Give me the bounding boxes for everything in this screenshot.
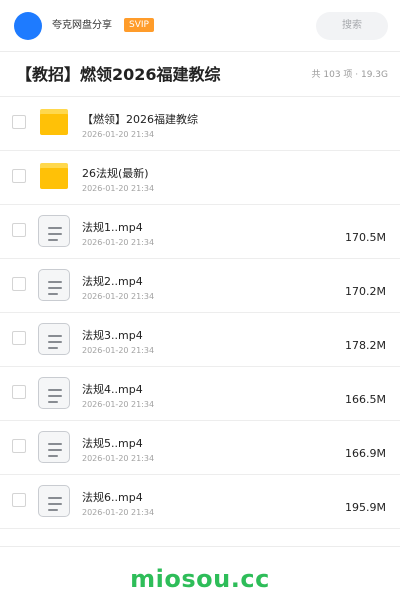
file-row[interactable]: 26法规(最新) 2026-01-20 21:34 (0, 151, 400, 205)
file-summary: 共 103 项 · 19.3G (311, 70, 389, 80)
file-name: 法规6..mp4 (82, 491, 143, 504)
select-checkbox[interactable] (12, 277, 26, 291)
select-checkbox[interactable] (12, 385, 26, 399)
file-size: 178.2M (345, 339, 386, 352)
select-checkbox[interactable] (12, 169, 26, 183)
footer: miosou.cc (0, 546, 400, 600)
video-file-icon (38, 215, 70, 247)
file-size: 170.2M (345, 285, 386, 298)
top-bar: 夸克网盘分享 SVIP 搜索 (0, 0, 400, 52)
select-checkbox[interactable] (12, 331, 26, 345)
file-date: 2026-01-20 21:34 (82, 184, 155, 193)
video-file-icon (38, 269, 70, 301)
file-name: 法规4..mp4 (82, 383, 143, 396)
file-row[interactable]: 法规2..mp4 2026-01-20 21:34 170.2M (0, 259, 400, 313)
file-row[interactable]: 【燃领】2026福建教综 2026-01-20 21:34 (0, 97, 400, 151)
user-name: 夸克网盘分享 (52, 20, 112, 31)
file-date: 2026-01-20 21:34 (82, 400, 155, 409)
file-date: 2026-01-20 21:34 (82, 130, 155, 139)
video-file-icon (38, 431, 70, 463)
page-title: 【教招】燃领2026福建教综 (16, 65, 221, 84)
video-file-icon (38, 377, 70, 409)
file-size: 166.9M (345, 447, 386, 460)
site-brand: miosou.cc (130, 565, 270, 593)
file-name: 法规5..mp4 (82, 437, 143, 450)
select-checkbox[interactable] (12, 223, 26, 237)
title-row: 【教招】燃领2026福建教综 共 103 项 · 19.3G (0, 52, 400, 97)
file-date: 2026-01-20 21:34 (82, 508, 155, 517)
svip-badge: SVIP (124, 18, 154, 32)
file-row[interactable]: 法规1..mp4 2026-01-20 21:34 170.5M (0, 205, 400, 259)
file-row[interactable]: 法规5..mp4 2026-01-20 21:34 166.9M (0, 421, 400, 475)
select-checkbox[interactable] (12, 439, 26, 453)
file-date: 2026-01-20 21:34 (82, 346, 155, 355)
select-checkbox[interactable] (12, 493, 26, 507)
select-checkbox[interactable] (12, 115, 26, 129)
search-button[interactable]: 搜索 (316, 12, 388, 40)
file-name: 法规3..mp4 (82, 329, 143, 342)
file-size: 195.9M (345, 501, 386, 514)
file-date: 2026-01-20 21:34 (82, 292, 155, 301)
file-size: 166.5M (345, 393, 386, 406)
file-row[interactable]: 法规6..mp4 2026-01-20 21:34 195.9M (0, 475, 400, 529)
folder-icon (38, 107, 70, 139)
file-list: 【燃领】2026福建教综 2026-01-20 21:34 26法规(最新) 2… (0, 97, 400, 529)
video-file-icon (38, 485, 70, 517)
file-date: 2026-01-20 21:34 (82, 454, 155, 463)
file-size: 170.5M (345, 231, 386, 244)
folder-icon (38, 161, 70, 193)
file-name: 法规1..mp4 (82, 221, 143, 234)
video-file-icon (38, 323, 70, 355)
file-name: 26法规(最新) (82, 167, 149, 180)
file-date: 2026-01-20 21:34 (82, 238, 155, 247)
file-name: 【燃领】2026福建教综 (82, 113, 198, 126)
file-row[interactable]: 法规4..mp4 2026-01-20 21:34 166.5M (0, 367, 400, 421)
file-row[interactable]: 法规3..mp4 2026-01-20 21:34 178.2M (0, 313, 400, 367)
avatar[interactable] (14, 12, 42, 40)
file-name: 法规2..mp4 (82, 275, 143, 288)
